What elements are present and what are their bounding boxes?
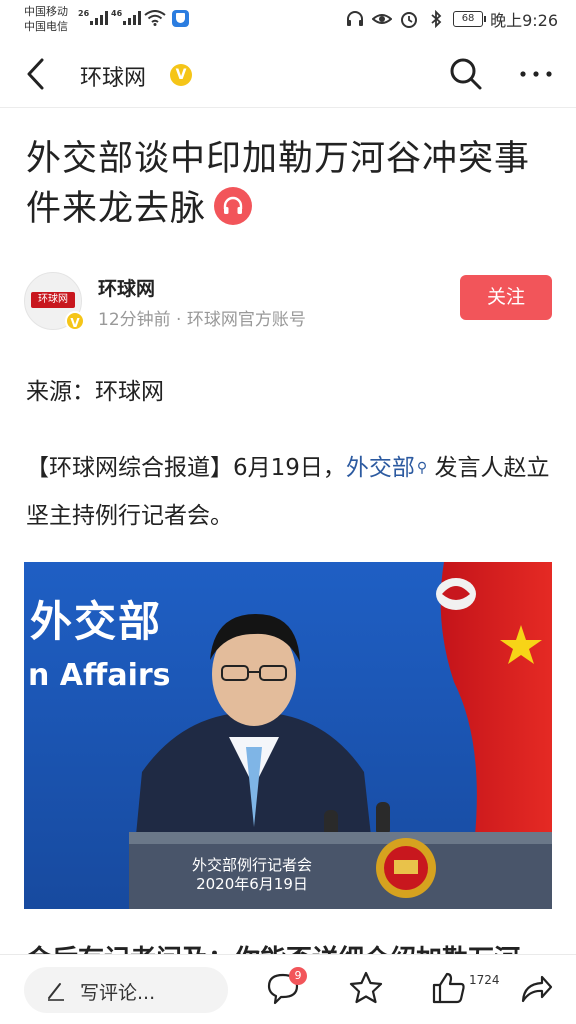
status-time: 晚上9:26 [490,11,558,30]
article-paragraph: 【环球网综合报道】6月19日，外交部 ⚲ 发言人赵立坚主持例行记者会。 [26,444,554,540]
podium-caption-line2: 2020年6月19日 [196,875,308,893]
follow-button[interactable]: 关注 [460,275,552,320]
thumbs-up-icon[interactable] [431,970,467,1006]
backdrop-chinese-text: 外交部 [30,597,163,646]
headline-text: 外交部谈中印加勒万河谷冲突事件来龙去脉 [26,139,531,229]
pen-icon [48,983,64,1001]
signal-1-label: 26 [78,9,90,18]
author-avatar[interactable]: 环球网 V [24,272,85,331]
signal-2-label: 46 [111,9,123,18]
share-icon[interactable] [518,970,554,1006]
search-icon[interactable] [448,56,484,92]
article-meta: 12分钟前 · 环球网官方账号 [98,310,306,330]
avatar-verified-icon: V [65,311,85,331]
article-photo[interactable]: 外交部 n Affairs 外交部例行记者会 2020年6月19日 [24,562,552,909]
carrier-1: 中国移动 [24,5,68,18]
nav-title[interactable]: 环球网 [80,60,146,92]
carrier-info: 中国移动 中国电信 [24,4,68,34]
star-icon[interactable] [348,970,384,1006]
wifi-icon [144,10,166,26]
headphones-icon [347,11,364,26]
signal-1-icon [90,11,108,25]
podium-caption: 外交部例行记者会 2020年6月19日 [152,856,352,894]
shield-app-icon [172,10,189,27]
podium-caption-line1: 外交部例行记者会 [191,856,312,874]
author-name[interactable]: 环球网 [98,274,155,301]
battery-icon: 68 [453,11,487,27]
like-count: 1724 [469,973,500,987]
link-search-icon[interactable]: ⚲ [417,460,427,476]
article-headline: 外交部谈中印加勒万河谷冲突事件来龙去脉 [26,134,551,234]
bluetooth-icon [431,10,442,28]
eye-icon [372,14,393,24]
author-logo: 环球网 [31,292,75,308]
mofa-link[interactable]: 外交部 [346,455,415,481]
para-prefix: 【环球网综合报道】6月19日， [26,455,346,481]
comment-count-badge: 9 [289,967,307,985]
alarm-icon [401,12,418,28]
more-icon[interactable] [516,62,556,86]
status-right: 68 晚上9:26 [345,6,558,32]
verified-badge-icon: V [170,64,192,86]
comment-placeholder: 写评论... [80,982,156,1004]
back-arrow-icon[interactable] [22,56,52,92]
article-source: 来源：环球网 [26,379,164,405]
top-nav-bar: 环球网 V [0,40,576,108]
listen-audio-icon[interactable] [214,187,253,225]
status-bar: 中国移动 中国电信 26 46 68 晚上9:26 [0,0,576,40]
carrier-2: 中国电信 [24,20,68,33]
comment-input[interactable]: 写评论... [24,967,228,1013]
backdrop-english-text: n Affairs [28,658,171,693]
signal-2-icon [123,11,141,25]
bottom-action-bar: 写评论... 9 1724 [0,954,576,1024]
